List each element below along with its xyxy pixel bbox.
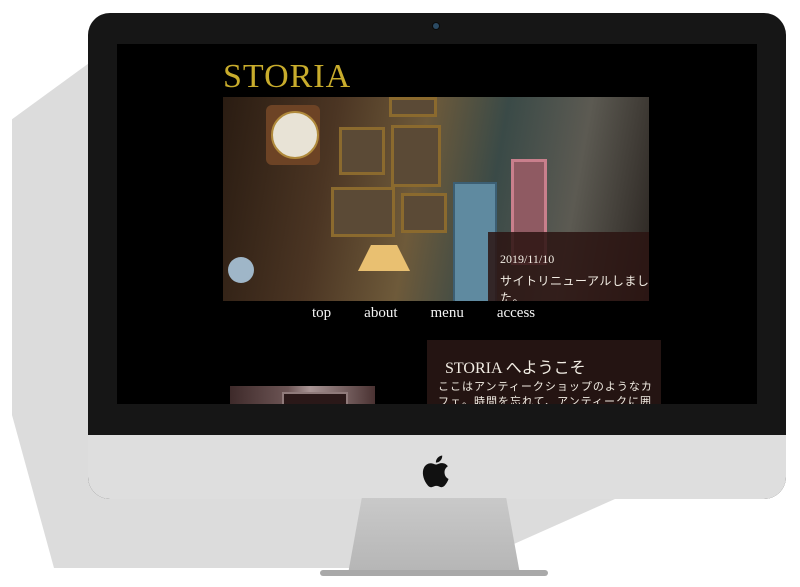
nav-menu[interactable]: menu [431,305,464,322]
news-box[interactable]: 2019/11/10 サイトリニューアルしました。 [488,232,649,301]
welcome-panel: STORIA へようこそ ここはアンティークショップのようなカフェ。時間を忘れて… [427,340,661,404]
nav-top[interactable]: top [312,305,331,322]
camera-icon [433,23,439,29]
monitor-stand-base [320,570,548,576]
site-logo[interactable]: STORIA [223,58,351,96]
news-text: サイトリニューアルしました。 [500,274,649,301]
monitor: STORIA 2019/11/10 サイトリニューアルしました。 top abo… [88,13,786,499]
globe-lamp [228,257,254,283]
picture-frame [391,125,441,187]
clock-face [271,111,319,159]
news-date: 2019/11/10 [500,252,555,266]
website-screen: STORIA 2019/11/10 サイトリニューアルしました。 top abo… [117,44,757,404]
picture-frame [389,97,437,117]
photo-detail [282,392,348,404]
clock-icon [266,105,320,165]
picture-frame [401,193,447,233]
lamp-icon [358,245,410,271]
apple-icon [422,455,449,488]
picture-frame [331,187,395,237]
nav-access[interactable]: access [497,305,535,322]
main-nav: top about menu access [312,305,535,322]
nav-about[interactable]: about [364,305,397,322]
picture-frame [339,127,385,175]
monitor-stand [348,498,520,574]
hero-image: 2019/11/10 サイトリニューアルしました。 [223,97,649,301]
interior-photo [230,386,375,404]
monitor-chin [88,435,786,499]
welcome-text: ここはアンティークショップのようなカフェ。時間を忘れて、アンティークに囲まれた [438,381,653,404]
welcome-title: STORIA へようこそ [445,360,586,377]
